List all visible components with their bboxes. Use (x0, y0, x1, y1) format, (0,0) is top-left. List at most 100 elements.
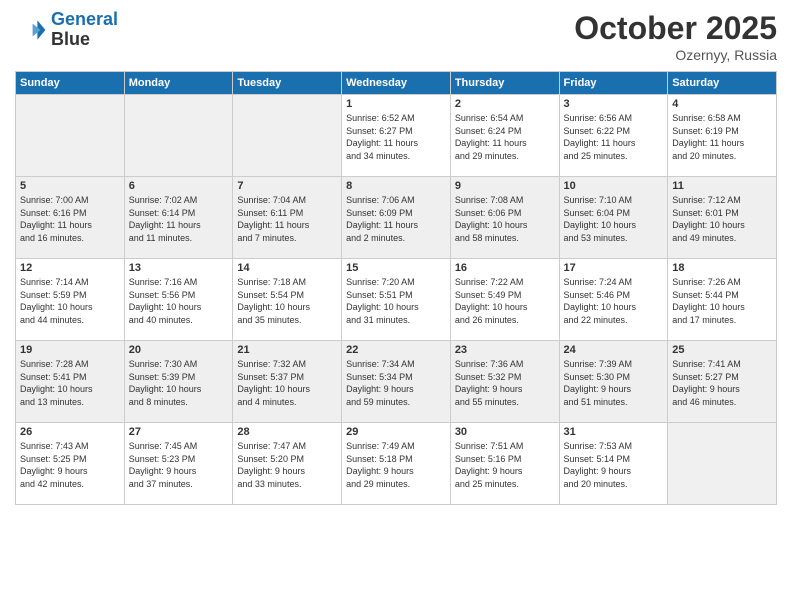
day-info: Sunrise: 7:51 AM Sunset: 5:16 PM Dayligh… (455, 440, 555, 490)
calendar-cell: 15 Sunrise: 7:20 AM Sunset: 5:51 PM Dayli… (342, 259, 451, 341)
calendar: SundayMondayTuesdayWednesdayThursdayFrid… (15, 71, 777, 505)
calendar-cell: 30Sunrise: 7:51 AM Sunset: 5:16 PM Dayli… (450, 423, 559, 505)
header: General Blue October 2025 Ozernyy, Russi… (15, 10, 777, 63)
day-number: 18 (672, 262, 772, 274)
calendar-cell: 26Sunrise: 7:43 AM Sunset: 5:25 PM Dayli… (16, 423, 125, 505)
day-number: 1 (346, 98, 446, 110)
day-info: Sunrise: 7:41 AM Sunset: 5:27 PM Dayligh… (672, 358, 772, 408)
weekday-header: Saturday (668, 72, 777, 95)
day-info: Sunrise: 7:02 AM Sunset: 6:14 PM Dayligh… (129, 194, 229, 244)
day-info: Sunrise: 7:14 AM Sunset: 5:59 PM Dayligh… (20, 276, 120, 326)
location: Ozernyy, Russia (574, 47, 777, 63)
weekday-header: Thursday (450, 72, 559, 95)
calendar-cell: 7 Sunrise: 7:04 AM Sunset: 6:11 PM Daylig… (233, 177, 342, 259)
day-number: 10 (564, 180, 664, 192)
calendar-cell: 9 Sunrise: 7:08 AM Sunset: 6:06 PM Daylig… (450, 177, 559, 259)
day-number: 3 (564, 98, 664, 110)
calendar-cell: 6 Sunrise: 7:02 AM Sunset: 6:14 PM Daylig… (124, 177, 233, 259)
day-number: 25 (672, 344, 772, 356)
day-info: Sunrise: 7:39 AM Sunset: 5:30 PM Dayligh… (564, 358, 664, 408)
calendar-cell: 17 Sunrise: 7:24 AM Sunset: 5:46 PM Dayli… (559, 259, 668, 341)
day-info: Sunrise: 7:30 AM Sunset: 5:39 PM Dayligh… (129, 358, 229, 408)
day-info: Sunrise: 7:10 AM Sunset: 6:04 PM Dayligh… (564, 194, 664, 244)
day-number: 22 (346, 344, 446, 356)
day-info: Sunrise: 7:12 AM Sunset: 6:01 PM Dayligh… (672, 194, 772, 244)
weekday-header: Friday (559, 72, 668, 95)
day-number: 7 (237, 180, 337, 192)
day-info: Sunrise: 7:49 AM Sunset: 5:18 PM Dayligh… (346, 440, 446, 490)
calendar-cell: 11 Sunrise: 7:12 AM Sunset: 6:01 PM Dayli… (668, 177, 777, 259)
calendar-week-row: 5Sunrise: 7:00 AM Sunset: 6:16 PM Daylig… (16, 177, 777, 259)
calendar-week-row: 12 Sunrise: 7:14 AM Sunset: 5:59 PM Dayli… (16, 259, 777, 341)
day-number: 11 (672, 180, 772, 192)
calendar-cell: 23Sunrise: 7:36 AM Sunset: 5:32 PM Dayli… (450, 341, 559, 423)
day-number: 15 (346, 262, 446, 274)
day-info: Sunrise: 7:47 AM Sunset: 5:20 PM Dayligh… (237, 440, 337, 490)
calendar-cell: 19 Sunrise: 7:28 AM Sunset: 5:41 PM Dayli… (16, 341, 125, 423)
page: General Blue October 2025 Ozernyy, Russi… (0, 0, 792, 612)
day-info: Sunrise: 7:04 AM Sunset: 6:11 PM Dayligh… (237, 194, 337, 244)
day-info: Sunrise: 7:26 AM Sunset: 5:44 PM Dayligh… (672, 276, 772, 326)
day-number: 17 (564, 262, 664, 274)
calendar-week-row: 26Sunrise: 7:43 AM Sunset: 5:25 PM Dayli… (16, 423, 777, 505)
day-info: Sunrise: 6:58 AM Sunset: 6:19 PM Dayligh… (672, 112, 772, 162)
day-info: Sunrise: 7:45 AM Sunset: 5:23 PM Dayligh… (129, 440, 229, 490)
day-number: 29 (346, 426, 446, 438)
logo: General Blue (15, 10, 118, 50)
day-number: 13 (129, 262, 229, 274)
calendar-cell: 28 Sunrise: 7:47 AM Sunset: 5:20 PM Dayli… (233, 423, 342, 505)
calendar-cell: 1Sunrise: 6:52 AM Sunset: 6:27 PM Daylig… (342, 95, 451, 177)
calendar-cell: 10 Sunrise: 7:10 AM Sunset: 6:04 PM Dayli… (559, 177, 668, 259)
day-info: Sunrise: 7:08 AM Sunset: 6:06 PM Dayligh… (455, 194, 555, 244)
calendar-cell: 12 Sunrise: 7:14 AM Sunset: 5:59 PM Dayli… (16, 259, 125, 341)
logo-text: General Blue (51, 10, 118, 50)
calendar-cell: 31 Sunrise: 7:53 AM Sunset: 5:14 PM Dayli… (559, 423, 668, 505)
calendar-cell: 13 Sunrise: 7:16 AM Sunset: 5:56 PM Dayli… (124, 259, 233, 341)
day-info: Sunrise: 7:43 AM Sunset: 5:25 PM Dayligh… (20, 440, 120, 490)
weekday-header-row: SundayMondayTuesdayWednesdayThursdayFrid… (16, 72, 777, 95)
calendar-cell (124, 95, 233, 177)
day-number: 24 (564, 344, 664, 356)
day-number: 14 (237, 262, 337, 274)
day-number: 28 (237, 426, 337, 438)
logo-icon (15, 14, 47, 46)
day-number: 8 (346, 180, 446, 192)
day-number: 23 (455, 344, 555, 356)
calendar-cell: 3Sunrise: 6:56 AM Sunset: 6:22 PM Daylig… (559, 95, 668, 177)
calendar-cell: 27Sunrise: 7:45 AM Sunset: 5:23 PM Dayli… (124, 423, 233, 505)
day-number: 12 (20, 262, 120, 274)
day-number: 9 (455, 180, 555, 192)
calendar-cell: 2Sunrise: 6:54 AM Sunset: 6:24 PM Daylig… (450, 95, 559, 177)
day-number: 20 (129, 344, 229, 356)
day-number: 19 (20, 344, 120, 356)
day-info: Sunrise: 7:32 AM Sunset: 5:37 PM Dayligh… (237, 358, 337, 408)
calendar-cell (233, 95, 342, 177)
day-info: Sunrise: 7:20 AM Sunset: 5:51 PM Dayligh… (346, 276, 446, 326)
day-info: Sunrise: 7:06 AM Sunset: 6:09 PM Dayligh… (346, 194, 446, 244)
calendar-cell: 29 Sunrise: 7:49 AM Sunset: 5:18 PM Dayli… (342, 423, 451, 505)
day-info: Sunrise: 7:53 AM Sunset: 5:14 PM Dayligh… (564, 440, 664, 490)
day-number: 6 (129, 180, 229, 192)
day-number: 21 (237, 344, 337, 356)
day-info: Sunrise: 7:28 AM Sunset: 5:41 PM Dayligh… (20, 358, 120, 408)
month-year: October 2025 (574, 10, 777, 47)
day-number: 2 (455, 98, 555, 110)
calendar-week-row: 19 Sunrise: 7:28 AM Sunset: 5:41 PM Dayli… (16, 341, 777, 423)
day-info: Sunrise: 7:22 AM Sunset: 5:49 PM Dayligh… (455, 276, 555, 326)
day-info: Sunrise: 7:18 AM Sunset: 5:54 PM Dayligh… (237, 276, 337, 326)
day-number: 4 (672, 98, 772, 110)
calendar-cell: 18 Sunrise: 7:26 AM Sunset: 5:44 PM Dayli… (668, 259, 777, 341)
calendar-cell: 14 Sunrise: 7:18 AM Sunset: 5:54 PM Dayli… (233, 259, 342, 341)
calendar-cell: 4 Sunrise: 6:58 AM Sunset: 6:19 PM Daylig… (668, 95, 777, 177)
weekday-header: Sunday (16, 72, 125, 95)
weekday-header: Monday (124, 72, 233, 95)
calendar-cell: 25 Sunrise: 7:41 AM Sunset: 5:27 PM Dayli… (668, 341, 777, 423)
weekday-header: Tuesday (233, 72, 342, 95)
day-info: Sunrise: 7:34 AM Sunset: 5:34 PM Dayligh… (346, 358, 446, 408)
day-number: 31 (564, 426, 664, 438)
calendar-cell (668, 423, 777, 505)
day-info: Sunrise: 7:16 AM Sunset: 5:56 PM Dayligh… (129, 276, 229, 326)
calendar-cell: 5Sunrise: 7:00 AM Sunset: 6:16 PM Daylig… (16, 177, 125, 259)
day-info: Sunrise: 7:24 AM Sunset: 5:46 PM Dayligh… (564, 276, 664, 326)
calendar-cell: 24 Sunrise: 7:39 AM Sunset: 5:30 PM Dayli… (559, 341, 668, 423)
